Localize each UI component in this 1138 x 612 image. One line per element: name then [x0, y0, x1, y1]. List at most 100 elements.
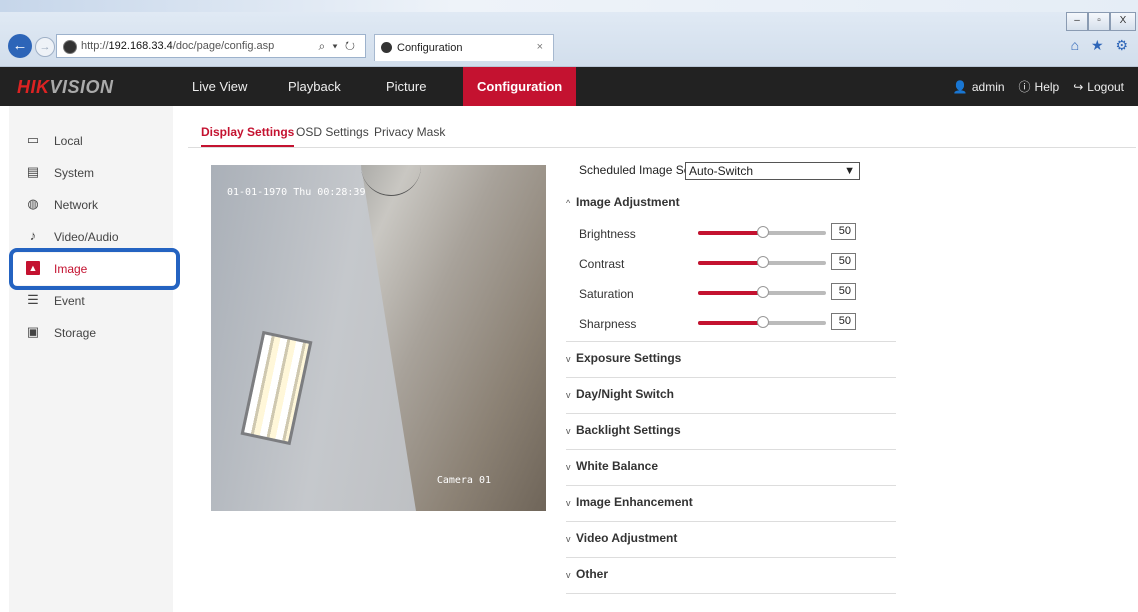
logout-icon: ↪ [1073, 79, 1084, 94]
nav-picture[interactable]: Picture [370, 67, 463, 106]
tab-display-settings[interactable]: Display Settings [201, 125, 295, 147]
wall-area [211, 165, 416, 511]
wire-shape [361, 165, 421, 196]
logout-link[interactable]: ↪ Logout [1073, 80, 1124, 94]
divider [566, 413, 896, 414]
tab-privacy-mask[interactable]: Privacy Mask [374, 125, 445, 139]
chrome-background [0, 0, 1138, 12]
slider-fill [698, 321, 760, 325]
chevron-up-icon: ^ [566, 198, 571, 208]
browser-chrome: – ▫ X ← → http://192.168.33.4/doc/page/c… [0, 0, 1138, 67]
sidebar-item-storage[interactable]: ▣ Storage [9, 317, 173, 349]
search-refresh-icons[interactable]: ⌕ ▾ ↻ [318, 39, 357, 54]
slider-fill [698, 261, 760, 265]
chevron-down-icon: v [566, 498, 571, 508]
section-video-adjustment[interactable]: v Video Adjustment [566, 531, 896, 545]
divider [566, 557, 896, 558]
section-white-balance[interactable]: v White Balance [566, 459, 896, 473]
slider-handle[interactable] [757, 226, 769, 238]
section-backlight-settings[interactable]: v Backlight Settings [566, 423, 896, 437]
brightness-label: Brightness [579, 227, 636, 241]
user-bar: 👤 admin ⓘ Help ↪ Logout [953, 67, 1124, 106]
divider [566, 449, 896, 450]
osd-camera-name: Camera 01 [436, 475, 491, 486]
browser-tab[interactable]: Configuration × [374, 34, 554, 61]
chevron-down-icon: v [566, 462, 571, 472]
info-icon: ⓘ [1018, 80, 1031, 94]
section-image-enhancement[interactable]: v Image Enhancement [566, 495, 896, 509]
slider-handle[interactable] [757, 316, 769, 328]
sidebar: ▭ Local ▤ System ◍ Network ♪ Video/Audio… [9, 106, 173, 612]
contrast-label: Contrast [579, 257, 625, 271]
section-exposure-settings[interactable]: v Exposure Settings [566, 351, 896, 365]
scheduled-image-select[interactable]: Auto-Switch ▼ [685, 162, 860, 180]
system-icon: ▤ [26, 164, 40, 179]
saturation-slider[interactable] [698, 286, 826, 298]
tab-title: Configuration [397, 42, 463, 54]
nav-playback[interactable]: Playback [272, 67, 370, 106]
chevron-down-icon: v [566, 354, 571, 364]
maximize-icon[interactable]: ▫ [1088, 12, 1110, 31]
contrast-value[interactable]: 50 [831, 253, 856, 270]
divider [566, 485, 896, 486]
slider-handle[interactable] [757, 256, 769, 268]
tab-osd-settings[interactable]: OSD Settings [296, 125, 369, 139]
slider-fill [698, 291, 760, 295]
sharpness-label: Sharpness [579, 317, 637, 331]
back-arrow-icon[interactable]: ← [8, 34, 32, 58]
video-preview[interactable]: 01-01-1970 Thu 00:28:39 Camera 01 [211, 165, 546, 511]
sidebar-item-label: System [54, 166, 95, 180]
sidebar-item-local[interactable]: ▭ Local [9, 125, 173, 157]
brightness-value[interactable]: 50 [831, 223, 856, 240]
divider [566, 377, 896, 378]
site-favicon-icon [63, 40, 77, 54]
slider-handle[interactable] [757, 286, 769, 298]
sharpness-slider[interactable] [698, 316, 826, 328]
select-value: Auto-Switch [689, 164, 754, 178]
divider [566, 341, 896, 342]
sidebar-item-label: Event [54, 294, 85, 308]
nav-configuration[interactable]: Configuration [463, 67, 577, 106]
chevron-down-icon: v [566, 570, 571, 580]
help-link[interactable]: ⓘ Help [1019, 78, 1060, 95]
sidebar-item-label: Video/Audio [54, 230, 119, 244]
chevron-down-icon: v [566, 534, 571, 544]
sharpness-value[interactable]: 50 [831, 313, 856, 330]
chevron-down-icon: ▼ [844, 165, 855, 177]
top-nav: Live View Playback Picture Configuration [176, 67, 577, 106]
sidebar-item-label: Network [54, 198, 99, 212]
section-other[interactable]: v Other [566, 567, 896, 581]
contrast-slider[interactable] [698, 256, 826, 268]
monitor-icon: ▭ [26, 132, 40, 147]
video-audio-icon: ♪ [29, 228, 37, 243]
window-controls: – ▫ X [1066, 12, 1136, 31]
sidebar-item-network[interactable]: ◍ Network [9, 189, 173, 221]
divider [566, 521, 896, 522]
brightness-slider[interactable] [698, 226, 826, 238]
image-adjustment-header[interactable]: ^ Image Adjustment [566, 195, 896, 209]
chevron-down-icon: v [566, 390, 571, 400]
user-icon: 👤 [952, 79, 968, 94]
home-star-gear-icons[interactable]: ⌂ ★ ⚙ [1071, 37, 1132, 54]
app-header: HIKVISION Live View Playback Picture Con… [0, 67, 1138, 106]
section-day-night-switch[interactable]: v Day/Night Switch [566, 387, 896, 401]
close-window-icon[interactable]: X [1110, 12, 1136, 31]
forward-arrow-icon[interactable]: → [35, 37, 55, 57]
globe-icon: ◍ [27, 196, 39, 211]
sidebar-item-label: Storage [54, 326, 97, 340]
hikvision-logo: HIKVISION [17, 77, 114, 97]
sidebar-item-system[interactable]: ▤ System [9, 157, 173, 189]
saturation-value[interactable]: 50 [831, 283, 856, 300]
sidebar-item-label: Local [54, 134, 83, 148]
osd-timestamp: 01-01-1970 Thu 00:28:39 [227, 187, 366, 198]
address-bar[interactable]: http://192.168.33.4/doc/page/config.asp … [56, 34, 366, 58]
nav-live-view[interactable]: Live View [176, 67, 272, 106]
user-menu[interactable]: 👤 admin [953, 80, 1005, 94]
tab-close-icon[interactable]: × [537, 41, 543, 53]
slider-fill [698, 231, 760, 235]
minimize-icon[interactable]: – [1066, 12, 1088, 31]
highlight-box [9, 248, 180, 290]
event-icon: ☰ [27, 292, 39, 307]
saturation-label: Saturation [579, 287, 634, 301]
storage-icon: ▣ [26, 324, 40, 339]
